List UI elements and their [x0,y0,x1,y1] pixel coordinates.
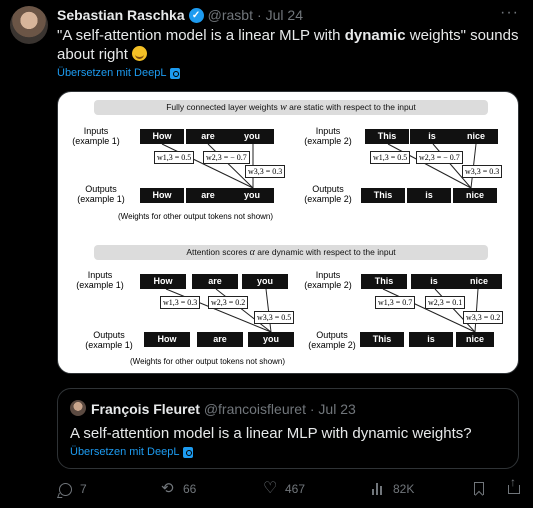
fc-ex1-weight-2: w2,3 = − 0.7 [203,151,250,164]
token-this: This [365,129,409,144]
attn-output-token-how: How [144,332,190,347]
share-button[interactable] [508,475,520,494]
tweet: Sebastian Raschka ✓ @rasbt · Jul 24 ··· … [0,0,533,508]
quoted-date[interactable]: Jul 23 [318,401,355,417]
header-separator: · [256,7,262,23]
views-count: 82K [393,482,415,496]
fc-ex1-weight-3: w3,3 = 0.3 [245,165,286,178]
attn-ex1-weight-1: w1,3 = 0.3 [160,296,201,309]
fc-ex2-weight-3: w3,3 = 0.3 [462,165,503,178]
output-token-is: is [407,188,451,203]
fc-ex1-weight-1: w1,3 = 0.5 [154,151,195,164]
like-count: 467 [285,482,306,496]
views-bar-chart-icon [371,482,385,496]
heart-icon [263,478,277,498]
attn-output-token-is: is [409,332,453,347]
attn-ex2-weight-1: w1,3 = 0.7 [375,296,416,309]
attn-output-token-you: you [248,332,294,347]
attn-token-how: How [140,274,186,289]
output-token-nice: nice [453,188,497,203]
retweet-count: 66 [183,482,197,496]
smiling-face-emoji-icon [132,46,148,61]
reply-count: 7 [80,482,87,496]
reply-icon [59,482,72,496]
top-banner-var: w [280,102,287,113]
token-how: How [140,129,184,144]
bookmark-button[interactable] [474,482,484,495]
top-banner: Fully connected layer weights w are stat… [94,100,488,115]
attn-output-token-are: are [197,332,243,347]
quoted-tweet-text: A self-attention model is a linear MLP w… [70,425,472,442]
attn-token-this: This [361,274,407,289]
tweet-text: "A self-attention model is a linear MLP … [57,26,519,64]
bottom-note: (Weights for other output tokens not sho… [130,357,286,366]
attn-token-is: is [411,274,457,289]
attn-token-nice: nice [456,274,502,289]
share-icon [508,475,520,494]
token-is: is [410,129,454,144]
attn-inputs-example2-label: Inputs (example 2) [304,270,352,290]
bookmark-icon [474,482,484,495]
author-name[interactable]: Sebastian Raschka [57,7,185,23]
attention-diagram: Fully connected layer weights w are stat… [58,92,518,373]
action-bar: 7 66 467 82K [57,475,527,500]
outputs-example2-label: Outputs (example 2) [304,184,352,204]
quoted-tweet[interactable]: François Fleuret @francoisfleuret · Jul … [57,388,519,469]
output-token-are: are [186,188,230,203]
inputs-example2-label: Inputs (example 2) [304,126,352,146]
deepl-icon [183,446,194,458]
author-handle[interactable]: @rasbt [208,7,253,23]
top-note: (Weights for other output tokens not sho… [118,212,274,221]
quoted-separator: · [309,401,315,417]
quoted-author-name[interactable]: François Fleuret [91,401,200,417]
tweet-text-bold: dynamic [344,27,406,44]
outputs-example1-label: Outputs (example 1) [77,184,125,204]
translate-link[interactable]: Übersetzen mit DeepL [57,67,181,79]
attn-outputs-example1-label: Outputs (example 1) [85,330,133,350]
attn-ex2-weight-2: w2,3 = 0.1 [425,296,466,309]
deepl-icon [170,67,181,79]
fc-ex2-weight-1: w1,3 = 0.5 [370,151,411,164]
quoted-author-avatar[interactable] [70,400,86,416]
quoted-author-handle[interactable]: @francoisfleuret [204,401,306,417]
output-token-how: How [140,188,184,203]
quoted-translate-link[interactable]: Übersetzen mit DeepL [70,446,194,458]
bottom-banner: Attention scores α are dynamic with resp… [94,245,488,260]
inputs-example1-label: Inputs (example 1) [72,126,120,146]
retweet-icon [161,479,175,497]
fc-ex2-weight-2: w2,3 = − 0.7 [416,151,463,164]
tweet-date[interactable]: Jul 24 [266,7,303,23]
verified-badge-icon: ✓ [188,7,204,23]
tweet-image[interactable]: Fully connected layer weights w are stat… [57,91,519,374]
attn-ex1-weight-2: w2,3 = 0.2 [208,296,249,309]
views-button[interactable]: 82K [371,482,414,496]
token-are: are [186,129,230,144]
attn-output-token-nice: nice [456,332,494,347]
top-banner-post: are static with respect to the input [286,102,416,112]
translate-label[interactable]: Übersetzen mit DeepL [57,67,166,79]
author-avatar[interactable] [10,6,48,44]
output-token-this: This [361,188,405,203]
top-banner-pre: Fully connected layer weights [166,102,281,112]
attn-ex2-weight-3: w3,3 = 0.2 [463,311,504,324]
quoted-tweet-header: François Fleuret @francoisfleuret · Jul … [91,401,356,417]
attn-outputs-example2-label: Outputs (example 2) [308,330,356,350]
more-options-icon[interactable]: ··· [500,4,519,22]
like-button[interactable]: 467 [263,478,306,498]
tweet-header: Sebastian Raschka ✓ @rasbt · Jul 24 [57,7,303,23]
reply-button[interactable]: 7 [59,482,87,496]
output-token-you: you [230,188,274,203]
attn-inputs-example1-label: Inputs (example 1) [76,270,124,290]
attn-ex1-weight-3: w3,3 = 0.5 [254,311,295,324]
bottom-banner-pre: Attention scores [186,247,250,257]
attn-output-token-this: This [360,332,404,347]
tweet-text-part1: "A self-attention model is a linear MLP … [57,27,345,44]
retweet-button[interactable]: 66 [161,479,197,497]
attn-token-you: you [242,274,288,289]
quoted-translate-label[interactable]: Übersetzen mit DeepL [70,446,179,458]
attn-token-are: are [192,274,238,289]
token-you: you [230,129,274,144]
bottom-banner-post: are dynamic with respect to the input [254,247,396,257]
token-nice: nice [454,129,498,144]
